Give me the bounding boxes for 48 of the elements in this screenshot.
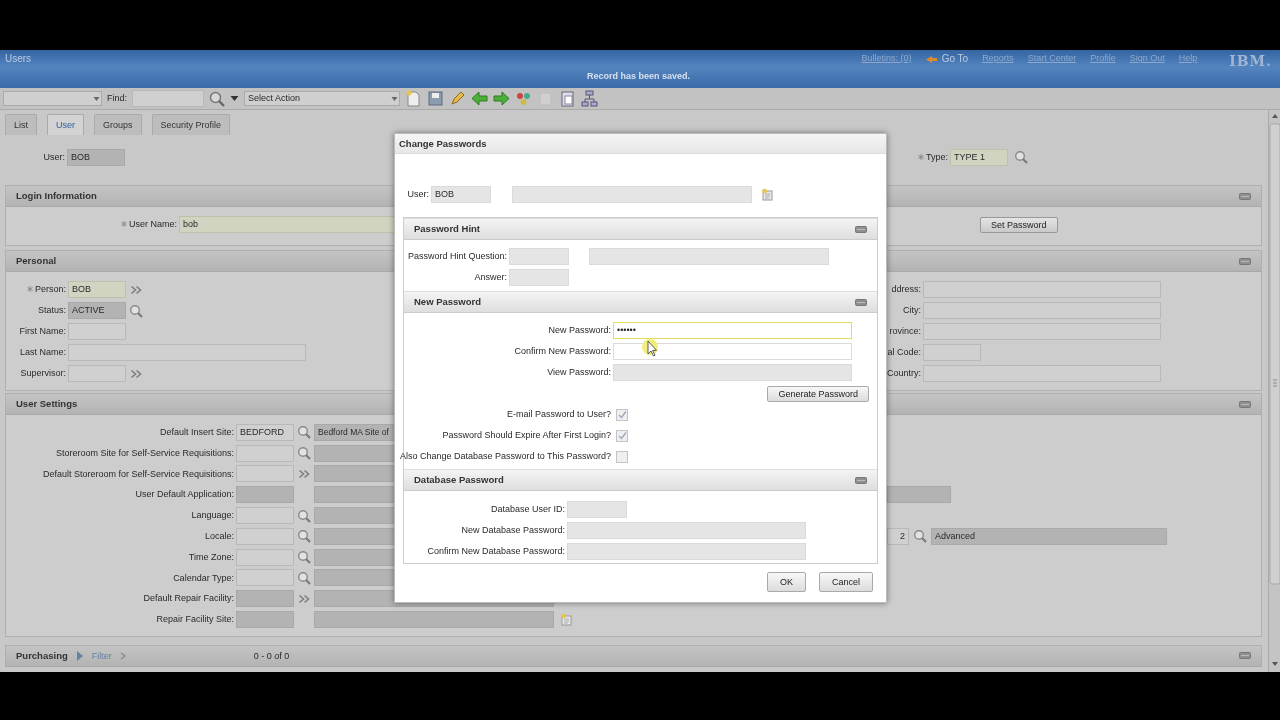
section-title: Login Information <box>16 190 97 202</box>
field-label: Confirm New Database Password: <box>427 546 565 557</box>
field-label: Person: <box>34 284 66 295</box>
field-label: New Password: <box>548 325 611 336</box>
field-label: New Database Password: <box>461 525 565 536</box>
field-label: Answer: <box>474 272 507 283</box>
field-label: E-mail Password to User? <box>506 409 611 420</box>
field-label: Country: <box>887 368 921 379</box>
field-label: City: <box>903 305 921 316</box>
field-label: Password Should Expire After First Login? <box>442 430 611 441</box>
section-title: New Password <box>414 296 482 308</box>
field-label: Locale: <box>204 530 234 542</box>
field-label: Last Name: <box>19 347 66 358</box>
row-count: 0 - 0 of 0 <box>253 650 290 662</box>
field-label: View Password: <box>547 367 611 378</box>
field-label: Type: <box>926 151 948 163</box>
section-title: Personal <box>16 255 57 267</box>
section-title: Database Password <box>414 474 504 486</box>
section-title: Purchasing <box>16 650 68 662</box>
field-label: Calendar Type: <box>173 572 234 584</box>
section-title: User Settings <box>16 398 78 410</box>
field-label: Supervisor: <box>20 368 66 379</box>
field-label: User: <box>43 151 65 163</box>
field-label: Database User ID: <box>490 504 565 515</box>
field-label: Language: <box>191 510 234 521</box>
field-label: ddress: <box>891 284 921 295</box>
field-label: User Default Application: <box>135 489 234 501</box>
field-label: User: <box>407 189 429 200</box>
field-label: Repair Facility Site: <box>156 614 234 625</box>
field-label: First Name: <box>19 326 66 337</box>
app-title: Users <box>5 53 32 65</box>
field-label: Default Repair Facility: <box>143 593 234 605</box>
field-label: rovince: <box>889 326 921 337</box>
section-title: Password Hint <box>414 223 480 235</box>
field-label: Status: <box>38 305 66 316</box>
field-label: Time Zone: <box>188 551 234 563</box>
field-label: Password Hint Question: <box>407 251 507 262</box>
field-label: al Code: <box>887 347 921 358</box>
field-label: Storeroom Site for Self-Service Requisitions: <box>55 447 234 459</box>
field-label: Also Change Database Password to This Password? <box>400 451 611 462</box>
field-label: Confirm New Password: <box>514 346 611 357</box>
status-message: Record has been saved. <box>585 71 691 82</box>
find-label: Find: <box>107 93 127 104</box>
field-label: Default Insert Site: <box>159 427 234 438</box>
logo: IBM. <box>1229 53 1272 70</box>
dialog-title: Change Passwords <box>399 137 487 150</box>
field-label: User Name: <box>129 219 177 230</box>
field-label: Default Storeroom for Self-Service Requisitions: <box>42 468 234 480</box>
